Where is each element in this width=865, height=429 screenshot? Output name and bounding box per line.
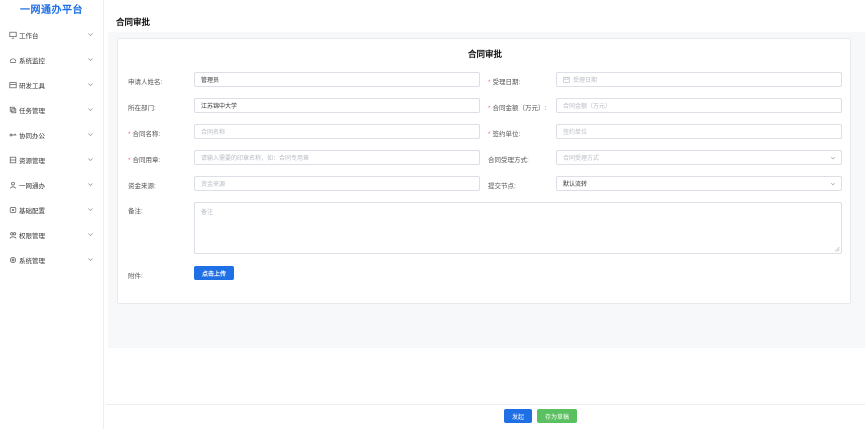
monitor-icon — [8, 31, 17, 40]
submit-node-select[interactable]: 默认流转 — [556, 176, 842, 191]
remark-textarea[interactable]: 备注 — [194, 202, 842, 254]
remark-label: 备注: — [128, 208, 143, 215]
task-icon — [8, 106, 17, 115]
chevron-down-icon — [88, 183, 93, 187]
sidebar-item-label: 基础配置 — [19, 208, 45, 215]
sign-date-label-text: 受理日期: — [492, 79, 521, 86]
sign-date-picker[interactable]: 受理日期 — [556, 72, 842, 87]
required-mark: * — [128, 157, 131, 164]
submit-node-value: 默认流转 — [563, 182, 588, 188]
seal-input[interactable]: 请输入需要的印章名称，如：合同专用章 — [194, 150, 480, 165]
chevron-down-icon — [88, 133, 93, 137]
sidebar-item-monitor[interactable]: 系统监控 — [0, 53, 104, 67]
fund-source-label: 资金来源: — [128, 183, 156, 190]
resize-handle-icon[interactable] — [834, 246, 840, 252]
sidebar-item-system[interactable]: 系统管理 — [0, 253, 104, 267]
chevron-down-icon — [88, 33, 93, 37]
storage-icon — [8, 156, 17, 165]
fund-source-input[interactable]: 资金来源 — [194, 176, 480, 191]
sidebar-item-onestop[interactable]: 一网通办 — [0, 178, 104, 192]
sidebar-item-label: 系统管理 — [19, 258, 45, 265]
sign-unit-input[interactable]: 签约单位 — [556, 124, 842, 139]
submit-button[interactable]: 发起 — [504, 409, 532, 423]
amount-input[interactable]: 合同金额（万元） — [556, 98, 842, 113]
upload-button[interactable]: 点击上传 — [194, 266, 234, 280]
required-mark: * — [488, 79, 491, 86]
main-content: 合同审批 合同审批 申请人姓名: 管理员 * 受理日期: 受理日期 所在部门: 江… — [104, 0, 865, 429]
sidebar-item-label: 工作台 — [19, 33, 39, 40]
required-mark: * — [128, 131, 131, 138]
chevron-down-icon — [830, 156, 836, 160]
chevron-down-icon — [88, 208, 93, 212]
attachment-label: 附件: — [128, 273, 143, 280]
chevron-down-icon — [88, 258, 93, 262]
required-mark: * — [488, 131, 491, 138]
purpose-label-text: 合同用章: — [132, 157, 161, 164]
footer-bar: 发起 存为草稿 — [106, 404, 865, 428]
user-icon — [8, 181, 17, 190]
chevron-down-icon — [88, 58, 93, 62]
contract-name-label-text: 合同名称: — [132, 131, 161, 138]
submit-node-label: 提交节点: — [488, 183, 516, 190]
page-title: 合同审批 — [116, 17, 151, 27]
sidebar-item-label: 一网通办 — [19, 183, 45, 190]
sidebar-item-workbench[interactable]: 工作台 — [0, 28, 104, 42]
purpose-label: * 合同用章: — [128, 154, 160, 164]
permission-icon — [8, 231, 17, 240]
department-label: 所在部门: — [128, 105, 156, 112]
sign-date-label: * 受理日期: — [488, 76, 520, 86]
sidebar-item-devtools[interactable]: 研发工具 — [0, 78, 104, 92]
amount-label-text: 合同金额（万元）: — [492, 105, 547, 112]
department-field[interactable]: 江苏锦中大学 — [194, 98, 480, 113]
calendar-icon — [563, 76, 570, 83]
sign-unit-label: * 签约单位: — [488, 128, 520, 138]
chevron-down-icon — [88, 233, 93, 237]
share-icon — [8, 131, 17, 140]
sidebar-item-tasks[interactable]: 任务管理 — [0, 103, 104, 117]
sidebar-item-permissions[interactable]: 权限管理 — [0, 228, 104, 242]
sidebar-item-config[interactable]: 基础配置 — [0, 203, 104, 217]
required-mark: * — [488, 105, 491, 112]
toolbox-icon — [8, 81, 17, 90]
gauge-icon — [8, 56, 17, 65]
sidebar-item-collab[interactable]: 协同办公 — [0, 128, 104, 142]
save-draft-button[interactable]: 存为草稿 — [537, 409, 577, 423]
contract-form: 合同审批 申请人姓名: 管理员 * 受理日期: 受理日期 所在部门: 江苏锦中大学… — [117, 38, 851, 304]
chevron-down-icon — [88, 83, 93, 87]
sidebar-item-label: 权限管理 — [19, 233, 45, 240]
remark-placeholder: 备注 — [201, 210, 214, 216]
chevron-down-icon — [88, 108, 93, 112]
method-placeholder: 合同受理方式 — [563, 156, 600, 162]
chevron-down-icon — [88, 158, 93, 162]
chevron-down-icon — [830, 182, 836, 186]
sidebar-item-resources[interactable]: 资源管理 — [0, 153, 104, 167]
contract-name-input[interactable]: 合同名称 — [194, 124, 480, 139]
gear-icon — [8, 256, 17, 265]
method-label: 合同受理方式: — [488, 157, 529, 164]
sidebar-item-label: 系统监控 — [19, 58, 45, 65]
app-logo: 一网通办平台 — [20, 5, 83, 16]
sign-unit-label-text: 签约单位: — [492, 131, 521, 138]
amount-label: * 合同金额（万元）: — [488, 102, 546, 112]
applicant-label: 申请人姓名: — [128, 79, 163, 86]
sign-date-placeholder: 受理日期 — [573, 78, 598, 84]
config-icon — [8, 206, 17, 215]
form-title: 合同审批 — [467, 49, 502, 59]
sidebar-item-label: 任务管理 — [19, 108, 45, 115]
sidebar-item-label: 资源管理 — [19, 158, 45, 165]
contract-name-label: * 合同名称: — [128, 128, 160, 138]
sidebar-item-label: 协同办公 — [19, 133, 45, 140]
applicant-field[interactable]: 管理员 — [194, 72, 480, 87]
method-select[interactable]: 合同受理方式 — [556, 150, 842, 165]
sidebar: 一网通办平台 工作台 系统监控 研发工具 任务管理 协同办公 资源管理 一网通办… — [0, 0, 104, 429]
sidebar-item-label: 研发工具 — [19, 83, 45, 90]
